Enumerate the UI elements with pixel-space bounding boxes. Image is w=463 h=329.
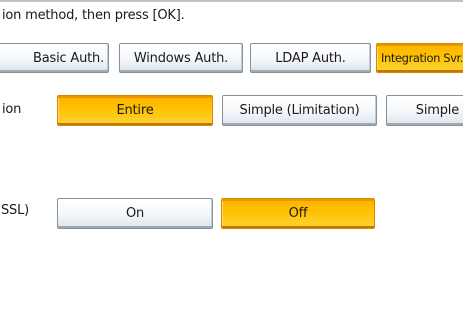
windows-auth-button[interactable]: Windows Auth.: [119, 43, 243, 73]
windows-auth-label: Windows Auth.: [133, 50, 229, 66]
ssl-off-label: Off: [288, 206, 308, 221]
entire-button[interactable]: Entire: [57, 95, 213, 126]
integration-svr-button[interactable]: Integration Svr.: [376, 43, 463, 73]
instruction-text: ion method, then press [OK].: [2, 8, 185, 23]
basic-auth-button[interactable]: Basic Auth.: [0, 43, 109, 73]
auth-settings-screen: ion method, then press [OK]. Basic Auth.…: [0, 0, 463, 329]
simple-button[interactable]: Simple: [386, 95, 463, 126]
ssl-off-button[interactable]: Off: [221, 198, 375, 229]
scope-row-label: ion: [2, 102, 22, 117]
simple-limitation-button[interactable]: Simple (Limitation): [222, 95, 377, 126]
ssl-on-button[interactable]: On: [57, 198, 213, 229]
ldap-auth-button[interactable]: LDAP Auth.: [250, 43, 371, 73]
integration-svr-label: Integration Svr.: [381, 51, 463, 65]
top-divider: [0, 0, 463, 2]
ssl-on-label: On: [125, 206, 145, 221]
basic-auth-label: Basic Auth.: [33, 50, 104, 66]
simple-limitation-label: Simple (Limitation): [239, 103, 360, 118]
simple-label: Simple: [415, 103, 459, 118]
ssl-row-label: SSL): [1, 203, 30, 218]
ldap-auth-label: LDAP Auth.: [275, 50, 346, 66]
entire-label: Entire: [116, 103, 154, 118]
